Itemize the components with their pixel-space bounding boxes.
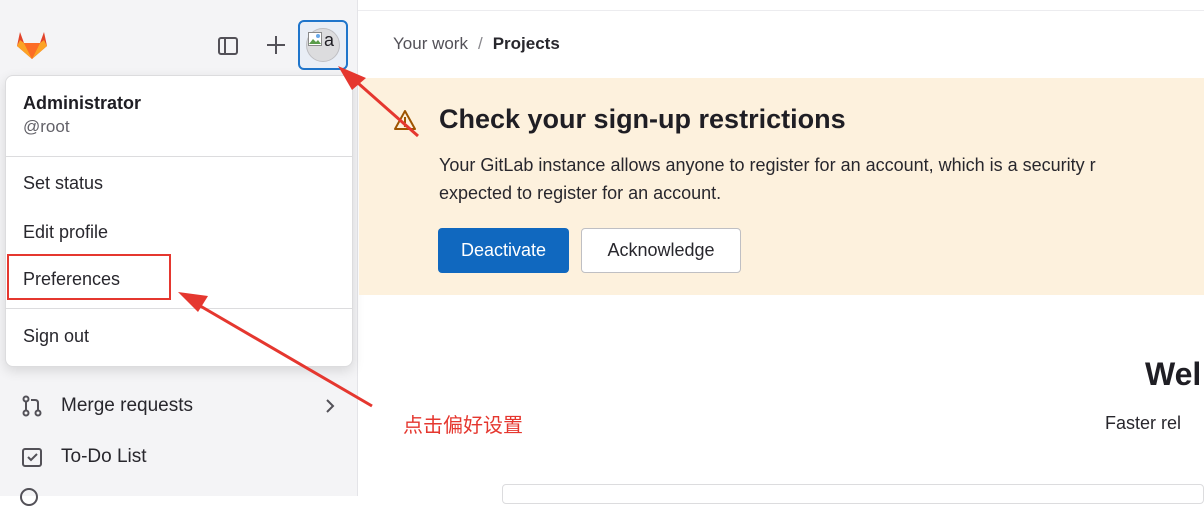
sidebar-item-merge-requests[interactable]: Merge requests bbox=[20, 394, 193, 418]
alert-body-line: Your GitLab instance allows anyone to re… bbox=[439, 155, 1096, 175]
user-avatar-button[interactable]: a bbox=[298, 20, 348, 70]
warning-icon bbox=[394, 110, 416, 130]
preferences-highlight-box bbox=[7, 254, 171, 300]
alert-body-line: expected to register for an account. bbox=[439, 183, 722, 203]
user-name[interactable]: Administrator bbox=[23, 93, 141, 114]
sidebar-panel-icon bbox=[218, 37, 238, 55]
alert-body: Your GitLab instance allows anyone to re… bbox=[439, 151, 1204, 207]
breadcrumb: Your work / Projects bbox=[393, 34, 560, 54]
signup-restrictions-alert: Check your sign-up restrictions Your Git… bbox=[359, 78, 1204, 295]
alert-title: Check your sign-up restrictions bbox=[439, 104, 846, 134]
broken-image-icon bbox=[308, 32, 322, 46]
sidebar-item-label: To-Do List bbox=[61, 446, 147, 467]
breadcrumb-your-work[interactable]: Your work bbox=[393, 34, 468, 54]
annotation-text: 点击偏好设置 bbox=[403, 413, 523, 437]
deactivate-button[interactable]: Deactivate bbox=[438, 228, 569, 273]
merge-request-icon bbox=[20, 394, 44, 418]
content-card bbox=[502, 484, 1204, 504]
todo-icon bbox=[20, 445, 44, 469]
divider bbox=[6, 156, 352, 157]
partially-visible-nav-icon bbox=[20, 488, 38, 506]
menu-item-sign-out[interactable]: Sign out bbox=[23, 326, 89, 347]
menu-item-set-status[interactable]: Set status bbox=[23, 173, 103, 194]
breadcrumb-separator: / bbox=[477, 34, 483, 53]
welcome-heading: Wel bbox=[1145, 356, 1202, 392]
breadcrumb-projects[interactable]: Projects bbox=[493, 34, 560, 54]
welcome-subtitle: Faster rel bbox=[1105, 413, 1182, 433]
menu-item-edit-profile[interactable]: Edit profile bbox=[23, 222, 108, 243]
sidebar-item-todo-list[interactable]: To-Do List bbox=[20, 445, 147, 469]
sidebar-item-label: Merge requests bbox=[61, 395, 194, 416]
sidebar-toggle-button[interactable] bbox=[214, 32, 242, 60]
chevron-right-icon[interactable] bbox=[322, 396, 338, 416]
plus-icon bbox=[267, 36, 285, 54]
user-handle: @root bbox=[23, 117, 70, 136]
avatar-alt-text: a bbox=[324, 30, 335, 50]
divider bbox=[6, 308, 352, 309]
create-new-button[interactable] bbox=[262, 30, 290, 60]
gitlab-logo-icon[interactable] bbox=[14, 26, 50, 62]
user-menu-dropdown: Administrator @root Set status Edit prof… bbox=[5, 75, 353, 367]
acknowledge-button[interactable]: Acknowledge bbox=[581, 228, 741, 273]
